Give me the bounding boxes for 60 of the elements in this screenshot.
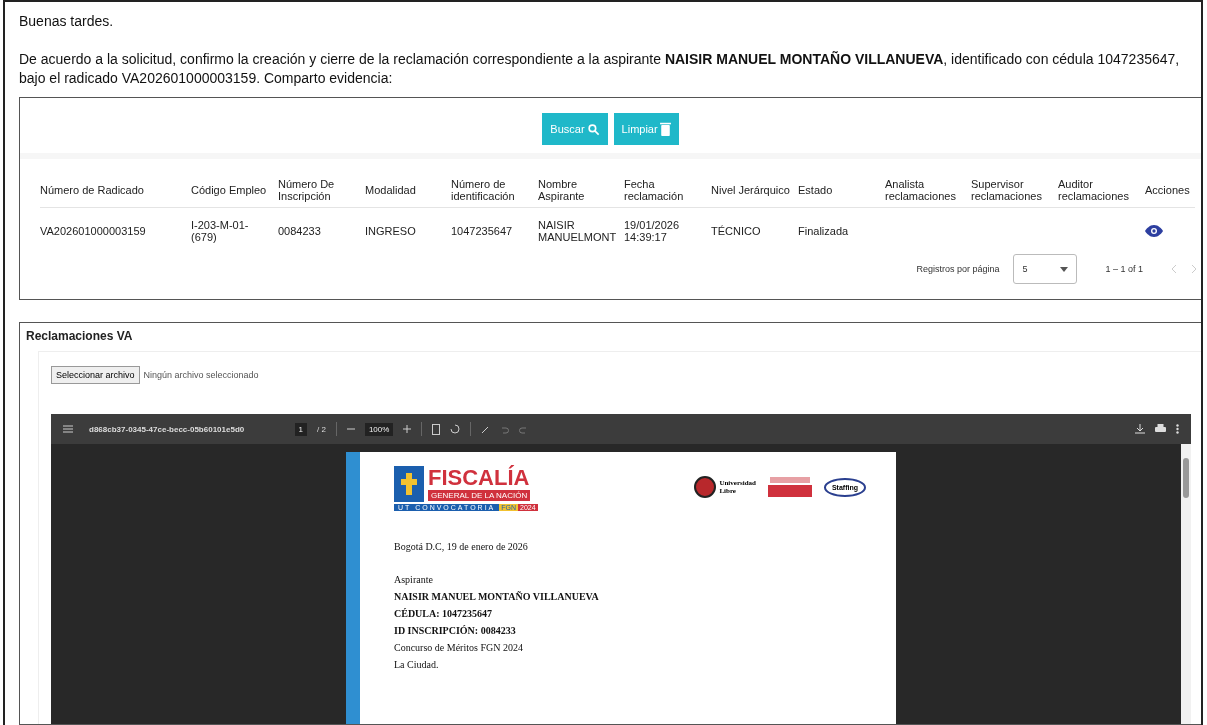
table-cell-text: 0084233 bbox=[278, 224, 322, 239]
column-header: Estado bbox=[798, 159, 885, 208]
crest-icon bbox=[694, 476, 717, 498]
letter-line: ID INSCRIPCIÓN: 0084233 bbox=[394, 624, 517, 638]
table-cell-text: 19/01/2026 14:39:17 bbox=[624, 218, 681, 245]
column-header: Acciones bbox=[1145, 159, 1195, 208]
column-header: Nivel Jerárquico bbox=[711, 159, 798, 208]
column-header: Número De Inscripción bbox=[278, 159, 365, 208]
column-header: Fecha reclamación bbox=[624, 159, 711, 208]
column-header: Código Empleo bbox=[191, 159, 278, 208]
message-paragraph: De acuerdo a la solicitud, confirmo la creación y cierre de la reclamación correspondiente a la aspirante NAISIR MANUEL MONTAÑO VILLANUEVA, identificado con cédula 1047235647, bajo el radicado VA202601000003159. Comparto evidencia: bbox=[19, 50, 1181, 88]
page-number-field[interactable]: 1 bbox=[294, 422, 307, 436]
letter-line: Bogotá D.C, 19 de enero de 2026 bbox=[394, 540, 529, 554]
column-header: Número de identificación bbox=[451, 159, 538, 208]
logo-subtitle: GENERAL DE LA NACIÓN bbox=[428, 490, 531, 501]
page-size-select[interactable]: 5 bbox=[1013, 254, 1078, 284]
logo-title: FISCALÍA bbox=[428, 466, 531, 490]
menu-icon[interactable] bbox=[63, 425, 73, 433]
scrollbar[interactable] bbox=[1181, 444, 1191, 724]
zoom-in-icon[interactable] bbox=[403, 425, 412, 433]
search-icon bbox=[586, 122, 600, 136]
table-cell-text: 1047235647 bbox=[451, 224, 514, 239]
panel-title: Reclamaciones VA bbox=[25, 328, 134, 345]
column-header: Supervisor reclamaciones bbox=[971, 159, 1058, 208]
letter-line: Concurso de Méritos FGN 2024 bbox=[394, 641, 524, 655]
column-header: Número de Radicado bbox=[40, 159, 191, 208]
table-cell-text: VA202601000003159 bbox=[40, 224, 147, 239]
zoom-field[interactable]: 100% bbox=[364, 422, 394, 436]
table-cell-text: I-203-M-01-(679) bbox=[191, 218, 250, 245]
fit-page-icon[interactable] bbox=[432, 423, 441, 435]
table-cell-text: Finalizada bbox=[798, 224, 850, 239]
file-status-text: Ningún archivo seleccionado bbox=[143, 370, 259, 380]
caret-icon bbox=[1060, 266, 1069, 272]
column-header: Modalidad bbox=[365, 159, 451, 208]
page-range: 1 – 1 of 1 bbox=[1105, 264, 1143, 274]
letter-line: NAISIR MANUEL MONTAÑO VILLANUEVA bbox=[394, 590, 600, 604]
emblem-icon bbox=[394, 466, 424, 502]
letter-line: Aspirante bbox=[394, 573, 434, 587]
letter-line: La Ciudad. bbox=[394, 658, 440, 672]
file-name: d868cb37-0345-47ce-becc-05b60101e5d0 bbox=[89, 424, 246, 434]
column-header: Nombre Aspirante bbox=[538, 159, 624, 208]
column-header: Analista reclamaciones bbox=[885, 159, 971, 208]
page-total: / 2 bbox=[317, 424, 326, 434]
rotate-icon[interactable] bbox=[450, 424, 461, 434]
table-cell-text: NAISIR MANUELMONT bbox=[538, 218, 618, 245]
column-header: Auditor reclamaciones bbox=[1058, 159, 1145, 208]
page-size-label: Registros por página bbox=[916, 264, 1000, 274]
letter-line: CÉDULA: 1047235647 bbox=[394, 607, 494, 621]
table-cell-text: TÉCNICO bbox=[711, 224, 762, 239]
trash-icon bbox=[659, 122, 671, 136]
table-cell-text: INGRESO bbox=[365, 224, 417, 239]
print-icon[interactable] bbox=[1155, 424, 1166, 434]
choose-file-button[interactable]: Seleccionar archivo bbox=[51, 366, 140, 384]
pen-icon[interactable] bbox=[481, 424, 491, 434]
eye-icon[interactable] bbox=[1145, 225, 1163, 237]
download-icon[interactable] bbox=[1135, 424, 1145, 434]
greeting-text: Buenas tardes. bbox=[19, 12, 115, 31]
zoom-out-icon[interactable] bbox=[346, 425, 355, 433]
partner-logo bbox=[767, 477, 812, 497]
more-icon[interactable] bbox=[1176, 424, 1179, 434]
